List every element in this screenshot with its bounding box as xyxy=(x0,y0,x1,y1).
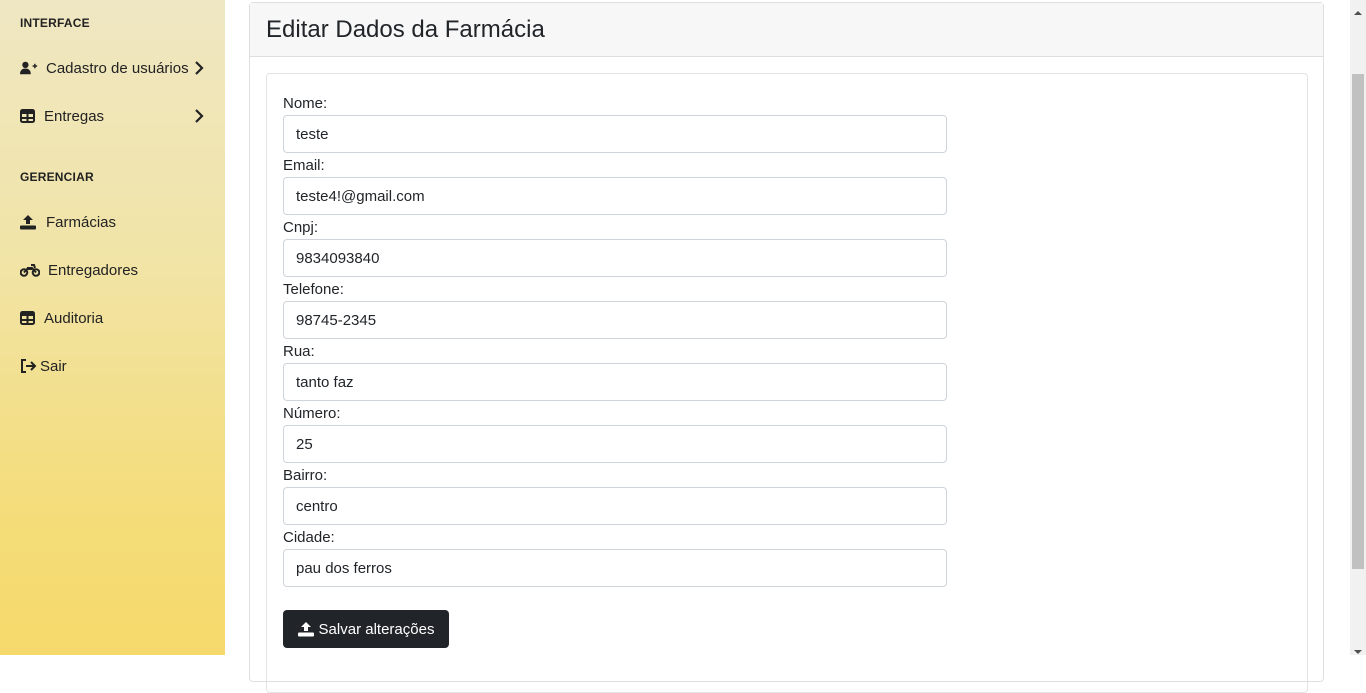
motorcycle-icon xyxy=(20,262,40,278)
save-button-label: Salvar alterações xyxy=(318,620,435,638)
sidebar-item-label: Entregas xyxy=(44,107,105,125)
numero-field[interactable] xyxy=(283,425,947,463)
sidebar-item-label: Entregadores xyxy=(48,261,139,279)
upload-icon xyxy=(20,214,38,230)
table-icon xyxy=(20,108,38,124)
sidebar-item-sair[interactable]: Sair xyxy=(20,353,210,379)
upload-icon xyxy=(297,621,314,637)
sidebar-item-label: Sair xyxy=(40,357,67,375)
sidebar-item-farmacias[interactable]: Farmácias xyxy=(20,209,210,235)
sidebar-item-label: Farmácias xyxy=(46,213,117,231)
sidebar-item-label: Cadastro de usuários xyxy=(46,59,189,77)
scroll-down-icon[interactable] xyxy=(1354,643,1362,654)
save-button[interactable]: Salvar alterações xyxy=(283,610,449,648)
bairro-label: Bairro: xyxy=(283,467,328,484)
telefone-label: Telefone: xyxy=(283,281,344,298)
telefone-field[interactable] xyxy=(283,301,947,339)
section-heading-gerenciar: GERENCIAR xyxy=(20,170,94,184)
email-label: Email: xyxy=(283,157,325,174)
scrollbar-thumb[interactable] xyxy=(1352,74,1364,569)
sign-out-icon xyxy=(20,358,38,374)
edit-pharmacy-card: Editar Dados da Farmácia Nome: Email: Cn… xyxy=(249,2,1324,693)
cnpj-label: Cnpj: xyxy=(283,219,319,236)
sidebar-item-cadastro[interactable]: Cadastro de usuários xyxy=(20,55,210,81)
page-title: Editar Dados da Farmácia xyxy=(266,15,545,43)
rua-field[interactable] xyxy=(283,363,947,401)
nome-field[interactable] xyxy=(283,115,947,153)
bairro-field[interactable] xyxy=(283,487,947,525)
sidebar-item-auditoria[interactable]: Auditoria xyxy=(20,305,210,331)
sidebar-item-entregas[interactable]: Entregas xyxy=(20,103,210,129)
card-header: Editar Dados da Farmácia xyxy=(250,3,1323,57)
user-plus-icon xyxy=(20,60,38,76)
email-field[interactable] xyxy=(283,177,947,215)
numero-label: Número: xyxy=(283,405,341,422)
nome-label: Nome: xyxy=(283,95,328,112)
section-heading-interface: INTERFACE xyxy=(20,16,90,30)
scroll-up-icon[interactable] xyxy=(1354,4,1362,15)
cidade-label: Cidade: xyxy=(283,529,335,546)
sidebar: INTERFACE Cadastro de usuários Entregas … xyxy=(0,0,225,655)
sidebar-item-label: Auditoria xyxy=(44,309,104,327)
chevron-right-icon xyxy=(194,60,204,76)
rua-label: Rua: xyxy=(283,343,315,360)
page-scrollbar[interactable] xyxy=(1350,0,1366,655)
sidebar-item-entregadores[interactable]: Entregadores xyxy=(20,257,210,283)
chevron-right-icon xyxy=(194,108,204,124)
cidade-field[interactable] xyxy=(283,549,947,587)
table-icon xyxy=(20,310,38,326)
cnpj-field[interactable] xyxy=(283,239,947,277)
